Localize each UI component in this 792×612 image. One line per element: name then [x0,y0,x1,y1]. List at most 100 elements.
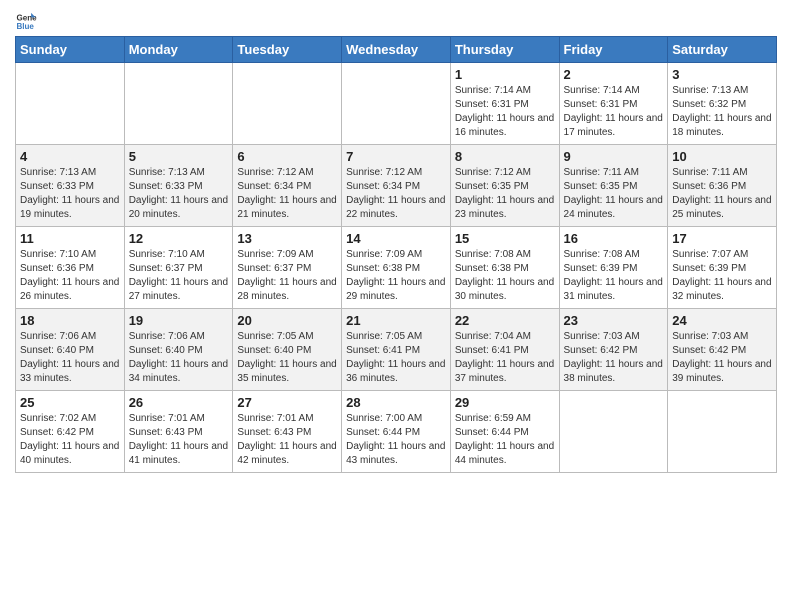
day-info: Sunrise: 7:09 AM Sunset: 6:37 PM Dayligh… [237,248,337,304]
col-sunday: Sunday [16,37,125,63]
day-number: 24 [672,313,772,328]
day-number: 17 [672,231,772,246]
svg-text:Blue: Blue [16,22,34,31]
day-info: Sunrise: 7:13 AM Sunset: 6:33 PM Dayligh… [20,166,120,222]
day-info: Sunrise: 7:14 AM Sunset: 6:31 PM Dayligh… [455,84,555,140]
day-number: 1 [455,67,555,82]
day-number: 3 [672,67,772,82]
day-info: Sunrise: 7:05 AM Sunset: 6:40 PM Dayligh… [237,330,337,386]
day-info: Sunrise: 7:08 AM Sunset: 6:39 PM Dayligh… [564,248,664,304]
col-saturday: Saturday [668,37,777,63]
calendar-table: Sunday Monday Tuesday Wednesday Thursday… [15,36,777,473]
day-info: Sunrise: 7:10 AM Sunset: 6:36 PM Dayligh… [20,248,120,304]
day-info: Sunrise: 7:03 AM Sunset: 6:42 PM Dayligh… [564,330,664,386]
day-number: 4 [20,149,120,164]
day-info: Sunrise: 7:01 AM Sunset: 6:43 PM Dayligh… [237,412,337,468]
calendar-cell: 25 Sunrise: 7:02 AM Sunset: 6:42 PM Dayli… [16,391,125,473]
day-number: 6 [237,149,337,164]
day-number: 23 [564,313,664,328]
day-info: Sunrise: 7:02 AM Sunset: 6:42 PM Dayligh… [20,412,120,468]
day-number: 26 [129,395,229,410]
logo: General Blue [15,10,41,32]
day-number: 28 [346,395,446,410]
calendar-cell: 21Sunrise: 7:05 AM Sunset: 6:41 PM Dayli… [342,309,451,391]
day-info: Sunrise: 7:13 AM Sunset: 6:32 PM Dayligh… [672,84,772,140]
day-info: Sunrise: 6:59 AM Sunset: 6:44 PM Dayligh… [455,412,555,468]
calendar-week-1: 4 Sunrise: 7:13 AM Sunset: 6:33 PM Daylig… [16,145,777,227]
calendar-cell: 10 Sunrise: 7:11 AM Sunset: 6:36 PM Dayli… [668,145,777,227]
day-number: 15 [455,231,555,246]
calendar-cell: 13 Sunrise: 7:09 AM Sunset: 6:37 PM Dayli… [233,227,342,309]
calendar-cell: 29 Sunrise: 6:59 AM Sunset: 6:44 PM Dayli… [450,391,559,473]
calendar-cell: 6 Sunrise: 7:12 AM Sunset: 6:34 PM Daylig… [233,145,342,227]
calendar-cell: 22 Sunrise: 7:04 AM Sunset: 6:41 PM Dayli… [450,309,559,391]
calendar-cell: 20 Sunrise: 7:05 AM Sunset: 6:40 PM Dayli… [233,309,342,391]
day-info: Sunrise: 7:12 AM Sunset: 6:35 PM Dayligh… [455,166,555,222]
header: General Blue [15,10,777,32]
calendar-cell: 9Sunrise: 7:11 AM Sunset: 6:35 PM Daylig… [559,145,668,227]
calendar-cell [342,63,451,145]
day-number: 29 [455,395,555,410]
day-info: Sunrise: 7:14 AM Sunset: 6:31 PM Dayligh… [564,84,664,140]
day-info: Sunrise: 7:13 AM Sunset: 6:33 PM Dayligh… [129,166,229,222]
col-friday: Friday [559,37,668,63]
calendar-cell: 18 Sunrise: 7:06 AM Sunset: 6:40 PM Dayli… [16,309,125,391]
day-info: Sunrise: 7:10 AM Sunset: 6:37 PM Dayligh… [129,248,229,304]
day-info: Sunrise: 7:09 AM Sunset: 6:38 PM Dayligh… [346,248,446,304]
calendar-cell: 16Sunrise: 7:08 AM Sunset: 6:39 PM Dayli… [559,227,668,309]
day-number: 10 [672,149,772,164]
calendar-cell [124,63,233,145]
day-number: 2 [564,67,664,82]
day-info: Sunrise: 7:05 AM Sunset: 6:41 PM Dayligh… [346,330,446,386]
calendar-cell: 11 Sunrise: 7:10 AM Sunset: 6:36 PM Dayli… [16,227,125,309]
calendar-cell: 8 Sunrise: 7:12 AM Sunset: 6:35 PM Daylig… [450,145,559,227]
calendar-cell: 5Sunrise: 7:13 AM Sunset: 6:33 PM Daylig… [124,145,233,227]
day-number: 12 [129,231,229,246]
day-number: 25 [20,395,120,410]
day-info: Sunrise: 7:12 AM Sunset: 6:34 PM Dayligh… [237,166,337,222]
day-number: 27 [237,395,337,410]
col-thursday: Thursday [450,37,559,63]
day-info: Sunrise: 7:00 AM Sunset: 6:44 PM Dayligh… [346,412,446,468]
day-info: Sunrise: 7:11 AM Sunset: 6:35 PM Dayligh… [564,166,664,222]
day-number: 13 [237,231,337,246]
calendar-cell [668,391,777,473]
calendar-cell: 3 Sunrise: 7:13 AM Sunset: 6:32 PM Daylig… [668,63,777,145]
day-number: 7 [346,149,446,164]
col-tuesday: Tuesday [233,37,342,63]
day-info: Sunrise: 7:03 AM Sunset: 6:42 PM Dayligh… [672,330,772,386]
calendar-cell: 2 Sunrise: 7:14 AM Sunset: 6:31 PM Daylig… [559,63,668,145]
calendar-cell: 17Sunrise: 7:07 AM Sunset: 6:39 PM Dayli… [668,227,777,309]
calendar-cell [559,391,668,473]
day-info: Sunrise: 7:04 AM Sunset: 6:41 PM Dayligh… [455,330,555,386]
col-monday: Monday [124,37,233,63]
day-number: 8 [455,149,555,164]
day-info: Sunrise: 7:12 AM Sunset: 6:34 PM Dayligh… [346,166,446,222]
day-number: 22 [455,313,555,328]
calendar-cell: 26 Sunrise: 7:01 AM Sunset: 6:43 PM Dayli… [124,391,233,473]
calendar-cell: 4 Sunrise: 7:13 AM Sunset: 6:33 PM Daylig… [16,145,125,227]
calendar-cell [233,63,342,145]
calendar-cell: 24 Sunrise: 7:03 AM Sunset: 6:42 PM Dayli… [668,309,777,391]
calendar-cell: 27 Sunrise: 7:01 AM Sunset: 6:43 PM Dayli… [233,391,342,473]
day-info: Sunrise: 7:01 AM Sunset: 6:43 PM Dayligh… [129,412,229,468]
day-number: 20 [237,313,337,328]
logo-icon: General Blue [15,10,37,32]
calendar-week-0: 1 Sunrise: 7:14 AM Sunset: 6:31 PM Daylig… [16,63,777,145]
day-info: Sunrise: 7:08 AM Sunset: 6:38 PM Dayligh… [455,248,555,304]
calendar-cell: 15 Sunrise: 7:08 AM Sunset: 6:38 PM Dayli… [450,227,559,309]
day-number: 11 [20,231,120,246]
calendar-cell: 1 Sunrise: 7:14 AM Sunset: 6:31 PM Daylig… [450,63,559,145]
calendar-week-3: 18 Sunrise: 7:06 AM Sunset: 6:40 PM Dayli… [16,309,777,391]
calendar-cell: 23 Sunrise: 7:03 AM Sunset: 6:42 PM Dayli… [559,309,668,391]
calendar-week-4: 25 Sunrise: 7:02 AM Sunset: 6:42 PM Dayli… [16,391,777,473]
day-number: 19 [129,313,229,328]
day-info: Sunrise: 7:06 AM Sunset: 6:40 PM Dayligh… [20,330,120,386]
page: General Blue Sunday Monday Tuesday Wedne… [0,0,792,612]
calendar-cell: 14Sunrise: 7:09 AM Sunset: 6:38 PM Dayli… [342,227,451,309]
calendar-week-2: 11 Sunrise: 7:10 AM Sunset: 6:36 PM Dayli… [16,227,777,309]
calendar-cell: 19Sunrise: 7:06 AM Sunset: 6:40 PM Dayli… [124,309,233,391]
day-number: 18 [20,313,120,328]
calendar-cell: 7 Sunrise: 7:12 AM Sunset: 6:34 PM Daylig… [342,145,451,227]
day-info: Sunrise: 7:11 AM Sunset: 6:36 PM Dayligh… [672,166,772,222]
